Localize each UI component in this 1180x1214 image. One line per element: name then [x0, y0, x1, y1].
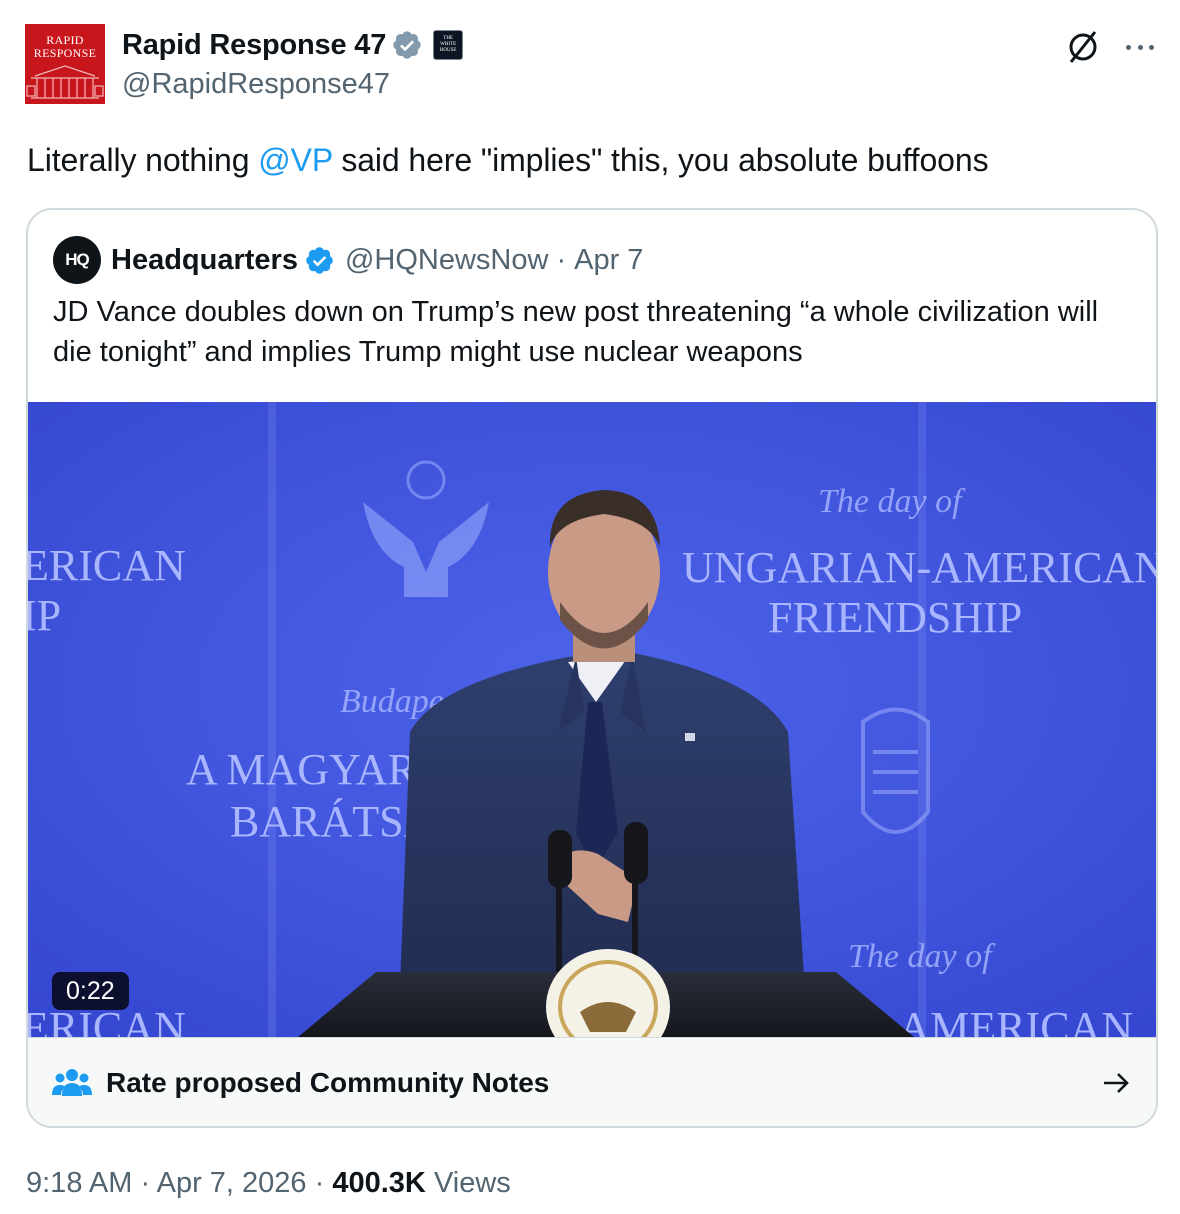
- mention-link[interactable]: @VP: [258, 142, 332, 178]
- white-house-affiliation-icon[interactable]: THE WHITE HOUSE: [433, 30, 464, 60]
- video-duration-badge: 0:22: [52, 972, 129, 1010]
- tweet-text-after: said here "implies" this, you absolute b…: [332, 142, 989, 178]
- quoted-tweet-card[interactable]: HQ Headquarters @HQNewsNow · Apr 7 JD Va…: [26, 208, 1158, 1128]
- tweet-time[interactable]: 9:18 AM: [26, 1167, 132, 1199]
- tweet-date[interactable]: Apr 7, 2026: [157, 1167, 307, 1199]
- tweet-header: RAPID RESPONSE Rapid Response 47 THE WHI…: [25, 24, 1160, 104]
- quoted-author-avatar[interactable]: HQ: [53, 236, 101, 284]
- affiliation-text-line3: HOUSE: [439, 48, 457, 53]
- verified-badge-icon[interactable]: [391, 29, 423, 61]
- arrow-right-icon[interactable]: [1100, 1067, 1132, 1099]
- quoted-tweet-text: JD Vance doubles down on Trump’s new pos…: [53, 296, 1099, 368]
- more-options-icon[interactable]: [1122, 32, 1158, 62]
- tweet-text-before: Literally nothing: [27, 142, 259, 178]
- community-notes-label: Rate proposed Community Notes: [106, 1067, 550, 1098]
- community-notes-icon: [52, 1069, 92, 1096]
- quoted-tweet-header: HQ Headquarters @HQNewsNow · Apr 7: [53, 236, 643, 284]
- backdrop-right-line2: FRIENDSHIP: [768, 593, 1022, 642]
- views-label: Views: [433, 1167, 511, 1199]
- backdrop-right-line1: UNGARIAN-AMERICAN: [682, 543, 1158, 592]
- quoted-author-handle[interactable]: @HQNewsNow: [345, 244, 548, 277]
- backdrop-magyar-line2: BARÁTSÁ: [230, 797, 436, 846]
- author-display-name[interactable]: Rapid Response 47: [122, 29, 386, 62]
- backdrop-script3: The day of: [848, 938, 996, 975]
- grok-icon[interactable]: [1064, 28, 1102, 66]
- tweet-text: Literally nothing @VP said here "implies…: [27, 140, 989, 180]
- footer-separator: ·: [314, 1167, 325, 1199]
- video-player[interactable]: ERICAN IP The day of UNGARIAN-AMERICAN F…: [28, 402, 1158, 1037]
- footer-separator: ·: [140, 1167, 151, 1199]
- quoted-author-name[interactable]: Headquarters: [111, 244, 298, 277]
- views-count: 400.3K: [332, 1167, 426, 1199]
- video-frame: ERICAN IP The day of UNGARIAN-AMERICAN F…: [28, 402, 1158, 1037]
- backdrop-script1: The day of: [818, 483, 966, 520]
- backdrop-left-line1: ERICAN: [28, 541, 186, 590]
- author-handle[interactable]: @RapidResponse47: [122, 68, 390, 101]
- backdrop-left-line2: IP: [28, 591, 61, 640]
- author-avatar[interactable]: RAPID RESPONSE: [25, 24, 105, 104]
- community-notes-bar[interactable]: Rate proposed Community Notes: [28, 1037, 1156, 1126]
- quoted-tweet-date[interactable]: Apr 7: [574, 244, 643, 277]
- author-name-row: Rapid Response 47 THE WHITE HOUSE: [122, 26, 464, 64]
- backdrop-magyar-line1: A MAGYAR: [186, 745, 418, 794]
- tweet-footer: 9:18 AM · Apr 7, 2026 · 400.3K Views: [26, 1164, 511, 1202]
- meta-separator: ·: [556, 243, 567, 276]
- verified-badge-icon[interactable]: [304, 245, 335, 276]
- white-house-illustration: [26, 65, 104, 99]
